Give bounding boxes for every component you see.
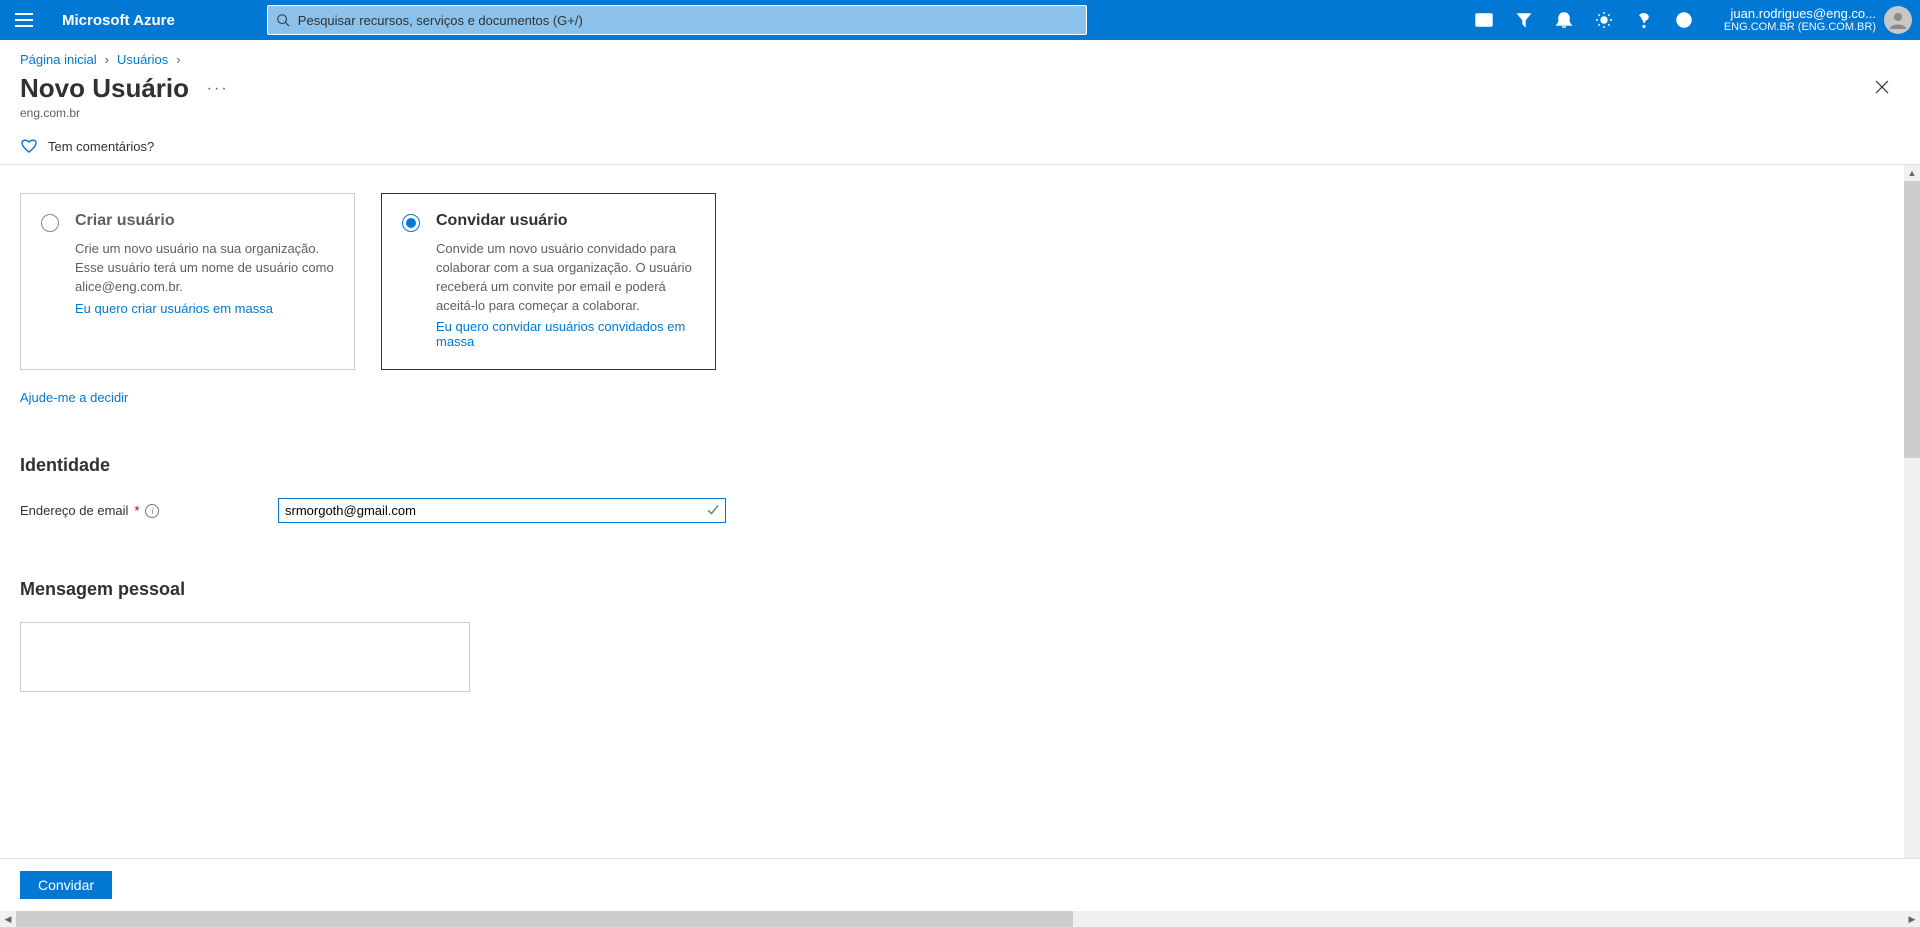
settings-icon[interactable] [1584, 0, 1624, 40]
account-tenant: ENG.COM.BR (ENG.COM.BR) [1724, 21, 1876, 34]
page-title: Novo Usuário [20, 73, 189, 104]
bulk-create-link[interactable]: Eu quero criar usuários em massa [75, 301, 273, 316]
feedback-label: Tem comentários? [48, 139, 154, 154]
breadcrumb: Página inicial › Usuários › [0, 40, 1920, 73]
title-block: Novo Usuário ··· eng.com.br [0, 73, 1920, 130]
main-area: Criar usuário Crie um novo usuário na su… [0, 165, 1920, 858]
top-bar: Microsoft Azure juan.rodrigues@eng.co...… [0, 0, 1920, 40]
breadcrumb-users[interactable]: Usuários [117, 52, 168, 67]
email-input-wrap [278, 498, 726, 523]
horizontal-scrollbar[interactable]: ◀ ▶ [0, 911, 1920, 927]
message-textarea[interactable] [20, 622, 470, 692]
option-invite-title: Convidar usuário [436, 212, 695, 230]
help-me-decide-link[interactable]: Ajude-me a decidir [20, 390, 128, 405]
scroll-up-arrow[interactable]: ▲ [1904, 165, 1920, 181]
option-create-title: Criar usuário [75, 212, 334, 230]
email-label: Endereço de email [20, 503, 128, 518]
email-input[interactable] [278, 498, 726, 523]
email-row: Endereço de email * i [20, 498, 1900, 523]
scroll-right-arrow[interactable]: ▶ [1904, 914, 1920, 925]
option-create-user[interactable]: Criar usuário Crie um novo usuário na su… [20, 193, 355, 370]
option-cards: Criar usuário Crie um novo usuário na su… [20, 193, 1900, 370]
section-identity-heading: Identidade [20, 455, 1900, 476]
search-icon [276, 13, 290, 27]
scroll-left-arrow[interactable]: ◀ [0, 914, 16, 925]
section-message-heading: Mensagem pessoal [20, 579, 1900, 600]
required-asterisk: * [134, 503, 139, 518]
breadcrumb-home[interactable]: Página inicial [20, 52, 97, 67]
feedback-bar[interactable]: Tem comentários? [0, 130, 1920, 165]
invite-button[interactable]: Convidar [20, 871, 112, 899]
scroll-thumb-h[interactable] [16, 911, 1073, 927]
radio-invite-user[interactable] [402, 214, 420, 232]
account-info[interactable]: juan.rodrigues@eng.co... ENG.COM.BR (ENG… [1704, 6, 1882, 35]
feedback-smiley-icon[interactable] [1664, 0, 1704, 40]
page-subtitle: eng.com.br [20, 106, 1900, 120]
search-wrap [267, 5, 1456, 35]
main-scroll[interactable]: Criar usuário Crie um novo usuário na su… [0, 165, 1920, 858]
radio-create-user[interactable] [41, 214, 59, 232]
avatar[interactable] [1884, 6, 1912, 34]
search-box[interactable] [267, 5, 1087, 35]
chevron-right-icon: › [176, 52, 180, 67]
close-icon [1874, 79, 1890, 95]
search-input[interactable] [298, 13, 1078, 28]
menu-button[interactable] [8, 4, 40, 36]
directory-filter-icon[interactable] [1504, 0, 1544, 40]
cloud-shell-icon[interactable] [1464, 0, 1504, 40]
scroll-thumb[interactable] [1904, 181, 1920, 458]
chevron-right-icon: › [105, 52, 109, 67]
top-icons: juan.rodrigues@eng.co... ENG.COM.BR (ENG… [1464, 0, 1912, 40]
brand-label[interactable]: Microsoft Azure [48, 12, 189, 29]
valid-check-icon [706, 502, 720, 519]
more-actions-button[interactable]: ··· [207, 80, 229, 98]
info-icon[interactable]: i [145, 504, 159, 518]
bulk-invite-link[interactable]: Eu quero convidar usuários convidados em… [436, 319, 685, 349]
notifications-icon[interactable] [1544, 0, 1584, 40]
heart-icon [20, 138, 38, 154]
email-label-wrap: Endereço de email * i [20, 503, 278, 518]
help-icon[interactable] [1624, 0, 1664, 40]
option-invite-desc: Convide um novo usuário convidado para c… [436, 240, 695, 315]
close-button[interactable] [1872, 77, 1892, 97]
option-invite-user[interactable]: Convidar usuário Convide um novo usuário… [381, 193, 716, 370]
scroll-track[interactable] [16, 911, 1904, 927]
account-email: juan.rodrigues@eng.co... [1731, 6, 1876, 22]
vertical-scrollbar[interactable]: ▲ [1904, 165, 1920, 858]
footer-bar: Convidar [0, 858, 1920, 911]
option-create-desc: Crie um novo usuário na sua organização.… [75, 240, 334, 297]
